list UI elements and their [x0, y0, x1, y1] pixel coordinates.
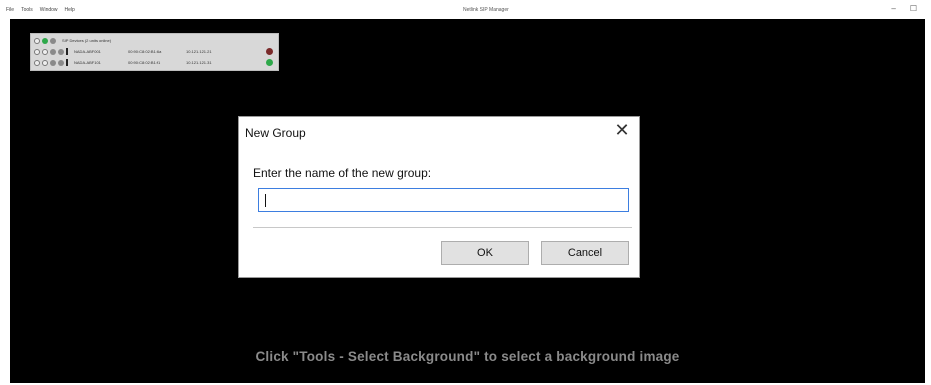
radio-icon[interactable] [42, 59, 48, 66]
device-name: NADA-ABF101 [74, 60, 101, 65]
online-icon [42, 37, 48, 44]
minimize-icon[interactable]: – [891, 4, 895, 13]
status-indicator [266, 59, 273, 66]
window-controls: – ☐ [891, 4, 917, 13]
device-icon [58, 59, 64, 66]
menu-tools[interactable]: Tools [21, 7, 33, 13]
device-panel-title: SIP Devices (2 units online) [62, 38, 112, 43]
ok-button[interactable]: OK [441, 241, 529, 265]
status-indicator [266, 48, 273, 55]
table-row[interactable]: NADA-ABF001 00:90:C8:02:B1:6a 10.121.121… [34, 47, 226, 56]
background-hint: Click "Tools - Select Background" to sel… [255, 349, 680, 364]
device-ip: 10.121.121.31 [186, 60, 212, 65]
dialog-title: New Group [245, 126, 306, 140]
device-name: NADA-ABF001 [74, 49, 101, 54]
group-name-input[interactable] [258, 188, 629, 212]
title-bar: File Tools Window Help Netlink SIP Manag… [0, 0, 931, 19]
menu-window[interactable]: Window [40, 7, 58, 13]
dialog-divider [253, 227, 632, 228]
menu-help[interactable]: Help [65, 7, 75, 13]
radio-icon[interactable] [34, 37, 40, 44]
radio-icon[interactable] [34, 59, 40, 66]
menu-bar: File Tools Window Help [6, 7, 75, 13]
radio-icon[interactable] [34, 48, 40, 55]
menu-file[interactable]: File [6, 7, 14, 13]
device-panel-header: SIP Devices (2 units online) [34, 36, 111, 45]
device-icon [50, 37, 56, 44]
device-bar-icon [66, 48, 68, 55]
device-panel[interactable]: SIP Devices (2 units online) NADA-ABF001… [30, 33, 279, 71]
window-title: Netlink SIP Manager [463, 7, 509, 13]
device-icon [50, 59, 56, 66]
maximize-icon[interactable]: ☐ [910, 4, 917, 13]
device-icon [50, 48, 56, 55]
close-icon[interactable]: ✕ [611, 119, 633, 141]
dialog-prompt: Enter the name of the new group: [253, 166, 432, 180]
device-mac: 00:90:C8:02:B1:6a [128, 49, 162, 54]
device-bar-icon [66, 59, 68, 66]
cancel-button[interactable]: Cancel [541, 241, 629, 265]
device-mac: 00:90:C8:02:B1:f1 [128, 60, 161, 65]
device-icon [58, 48, 64, 55]
new-group-dialog: New Group ✕ Enter the name of the new gr… [238, 116, 640, 278]
device-ip: 10.121.121.21 [186, 49, 212, 54]
radio-icon[interactable] [42, 48, 48, 55]
text-caret [265, 194, 266, 207]
table-row[interactable]: NADA-ABF101 00:90:C8:02:B1:f1 10.121.121… [34, 58, 226, 67]
